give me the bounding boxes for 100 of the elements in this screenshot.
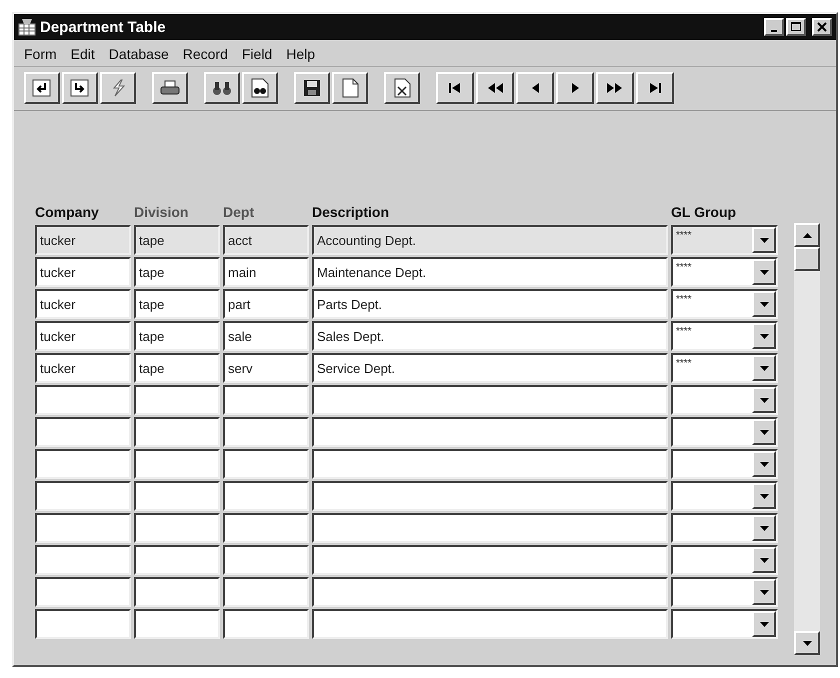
close-button[interactable] [812,18,832,36]
toolbar-button[interactable] [204,72,240,104]
minimize-button[interactable] [764,18,784,36]
text-field[interactable]: Sales Dept. [312,321,668,351]
maximize-button[interactable] [786,18,806,36]
scroll-thumb[interactable] [794,247,820,271]
text-field[interactable] [312,545,668,575]
text-field[interactable] [134,449,220,479]
toolbar-button[interactable] [516,72,554,104]
text-field[interactable]: main [223,257,309,287]
dropdown-button[interactable] [752,483,776,509]
text-field[interactable] [223,577,309,607]
text-field[interactable]: tucker [35,257,131,287]
text-field[interactable]: acct [223,225,309,255]
text-field[interactable]: Accounting Dept. [312,225,668,255]
dropdown-field[interactable] [671,385,778,415]
text-field[interactable] [134,609,220,639]
menu-item[interactable]: Record [182,46,228,62]
text-field[interactable] [134,481,220,511]
text-field[interactable]: Parts Dept. [312,289,668,319]
menu-item[interactable]: Form [24,46,57,62]
text-field[interactable] [223,545,309,575]
text-field[interactable] [223,385,309,415]
text-field[interactable]: Maintenance Dept. [312,257,668,287]
text-field[interactable] [312,385,668,415]
menu-item[interactable]: Help [286,46,316,62]
dropdown-field[interactable]: **** [671,257,778,287]
toolbar-button[interactable] [24,72,60,104]
dropdown-field[interactable] [671,577,778,607]
scroll-down-button[interactable] [794,631,820,655]
text-field[interactable]: Service Dept. [312,353,668,383]
text-field[interactable] [134,577,220,607]
text-field[interactable] [35,577,131,607]
text-field[interactable] [35,513,131,543]
dropdown-field[interactable]: **** [671,289,778,319]
dropdown-button[interactable] [752,387,776,413]
text-field[interactable] [35,481,131,511]
dropdown-field[interactable]: **** [671,353,778,383]
dropdown-field[interactable]: **** [671,225,778,255]
toolbar-button[interactable] [62,72,98,104]
text-field[interactable] [223,481,309,511]
text-field[interactable] [134,417,220,447]
dropdown-field[interactable] [671,609,778,639]
dropdown-field[interactable] [671,449,778,479]
toolbar-button[interactable] [436,72,474,104]
toolbar-button[interactable] [384,72,420,104]
toolbar-button[interactable] [596,72,634,104]
menu-item[interactable]: Edit [70,46,95,62]
text-field[interactable] [312,513,668,543]
dropdown-field[interactable] [671,545,778,575]
text-field[interactable]: sale [223,321,309,351]
text-field[interactable]: tape [134,353,220,383]
text-field[interactable] [312,449,668,479]
text-field[interactable] [134,385,220,415]
text-field[interactable] [223,417,309,447]
dropdown-button[interactable] [752,515,776,541]
dropdown-button[interactable] [752,323,776,349]
text-field[interactable]: tape [134,289,220,319]
dropdown-field[interactable] [671,417,778,447]
dropdown-button[interactable] [752,355,776,381]
text-field[interactable]: tape [134,321,220,351]
toolbar-button[interactable] [476,72,514,104]
text-field[interactable] [223,449,309,479]
toolbar-button[interactable] [556,72,594,104]
text-field[interactable] [134,545,220,575]
dropdown-field[interactable] [671,481,778,511]
toolbar-button[interactable] [100,72,136,104]
toolbar-button[interactable] [294,72,330,104]
text-field[interactable] [223,609,309,639]
dropdown-button[interactable] [752,419,776,445]
dropdown-button[interactable] [752,611,776,637]
text-field[interactable]: tucker [35,289,131,319]
text-field[interactable] [312,417,668,447]
text-field[interactable]: tucker [35,225,131,255]
text-field[interactable] [35,449,131,479]
text-field[interactable]: tape [134,257,220,287]
text-field[interactable]: tape [134,225,220,255]
dropdown-button[interactable] [752,259,776,285]
text-field[interactable] [312,481,668,511]
toolbar-button[interactable] [152,72,188,104]
text-field[interactable] [35,417,131,447]
text-field[interactable] [35,385,131,415]
vertical-scrollbar[interactable] [794,223,820,655]
dropdown-button[interactable] [752,451,776,477]
text-field[interactable]: part [223,289,309,319]
dropdown-field[interactable]: **** [671,321,778,351]
dropdown-button[interactable] [752,547,776,573]
text-field[interactable]: tucker [35,353,131,383]
toolbar-button[interactable] [332,72,368,104]
dropdown-button[interactable] [752,227,776,253]
text-field[interactable] [312,577,668,607]
text-field[interactable] [312,609,668,639]
text-field[interactable]: tucker [35,321,131,351]
text-field[interactable] [223,513,309,543]
text-field[interactable]: serv [223,353,309,383]
dropdown-button[interactable] [752,291,776,317]
toolbar-button[interactable] [242,72,278,104]
text-field[interactable] [134,513,220,543]
text-field[interactable] [35,545,131,575]
menu-item[interactable]: Database [108,46,169,62]
